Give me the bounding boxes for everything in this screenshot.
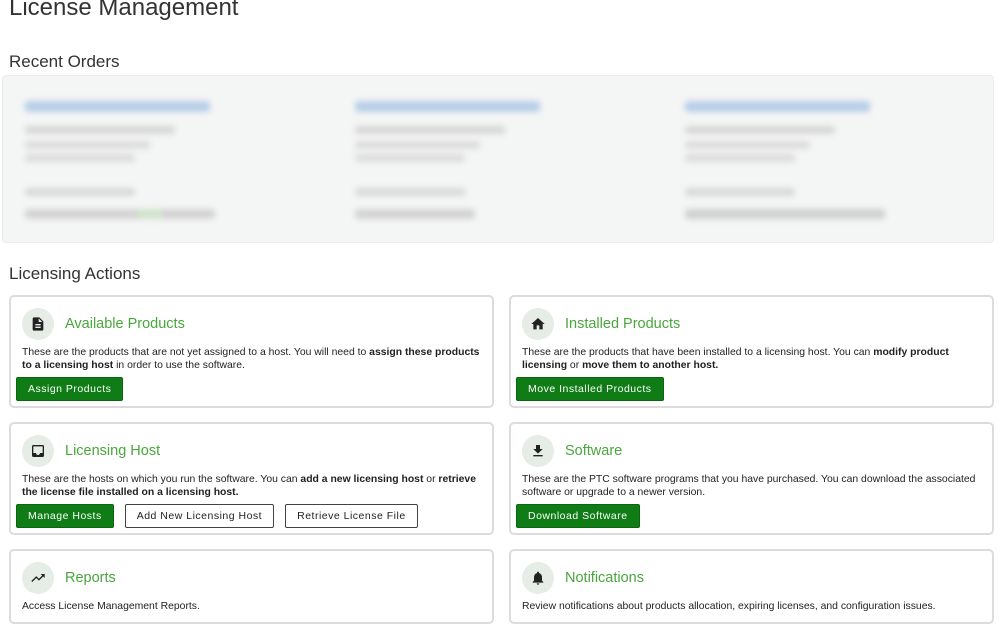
- reports-card[interactable]: Reports Access License Management Report…: [9, 549, 494, 624]
- notifications-card[interactable]: Notifications Review notifications about…: [509, 549, 994, 624]
- add-new-licensing-host-button[interactable]: Add New Licensing Host: [124, 504, 275, 528]
- trending-up-icon: [22, 562, 54, 594]
- software-card: Software These are the PTC software prog…: [509, 422, 994, 535]
- home-icon: [522, 308, 554, 340]
- move-installed-products-button[interactable]: Move Installed Products: [516, 377, 664, 401]
- document-icon: [22, 308, 54, 340]
- download-software-button[interactable]: Download Software: [516, 504, 640, 528]
- card-description: These are the products that have been in…: [522, 347, 949, 371]
- recent-order-card[interactable]: [663, 76, 993, 242]
- recent-order-card[interactable]: [3, 76, 333, 242]
- licensing-host-card: Licensing Host These are the hosts on wh…: [9, 422, 494, 535]
- manage-hosts-button[interactable]: Manage Hosts: [16, 504, 114, 528]
- card-title: Software: [565, 443, 623, 459]
- card-title: Available Products: [65, 316, 185, 332]
- download-icon: [522, 435, 554, 467]
- installed-products-card: Installed Products These are the product…: [509, 295, 994, 408]
- card-title: Licensing Host: [65, 443, 161, 459]
- recent-order-card[interactable]: [333, 76, 663, 242]
- available-products-card: Available Products These are the product…: [9, 295, 494, 408]
- card-description: These are the PTC software programs that…: [522, 474, 976, 498]
- recent-orders-strip: [2, 75, 994, 243]
- inbox-icon: [22, 435, 54, 467]
- card-title: Reports: [65, 570, 116, 586]
- bell-icon: [522, 562, 554, 594]
- assign-products-button[interactable]: Assign Products: [16, 377, 124, 401]
- card-title: Installed Products: [565, 316, 681, 332]
- recent-orders-heading: Recent Orders: [9, 52, 120, 71]
- page-title: License Management: [9, 0, 239, 21]
- licensing-actions-heading: Licensing Actions: [9, 264, 141, 283]
- card-description: Access License Management Reports.: [22, 601, 200, 612]
- retrieve-license-file-button[interactable]: Retrieve License File: [285, 504, 418, 528]
- card-description: Review notifications about products allo…: [522, 601, 936, 612]
- card-description: These are the products that are not yet …: [22, 347, 480, 371]
- card-description: These are the hosts on which you run the…: [22, 474, 476, 498]
- card-title: Notifications: [565, 570, 644, 586]
